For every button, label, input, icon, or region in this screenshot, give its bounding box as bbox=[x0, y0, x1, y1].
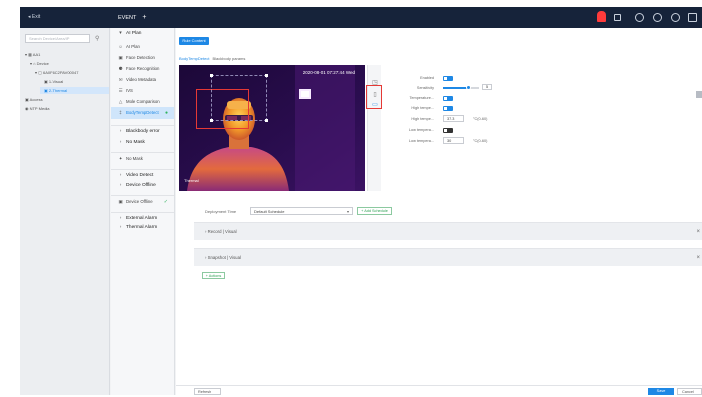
status-dot-icon: ● bbox=[164, 110, 168, 116]
no-mask-icon: ✦ bbox=[118, 156, 123, 161]
sensitivity-value[interactable]: 5 bbox=[482, 84, 492, 90]
low-temp-unit: °C(0-60) bbox=[473, 139, 488, 143]
rule-group-thermal-alarm[interactable]: › Thermal Alarm bbox=[111, 222, 174, 234]
region-handle[interactable] bbox=[265, 74, 268, 77]
video-timestamp: 2020-08-01 07:27:44 Wed bbox=[302, 70, 355, 75]
close-icon[interactable]: × bbox=[696, 249, 700, 267]
deployment-time-label: Deployment Time bbox=[205, 209, 237, 214]
add-schedule-button[interactable]: + Add Schedule bbox=[357, 207, 392, 215]
add-tab-button[interactable]: + bbox=[142, 14, 146, 21]
video-channel-label: Thermal bbox=[184, 178, 199, 183]
tool-highlight-box bbox=[366, 85, 382, 109]
breadcrumb: BodyTempDetect Blackbody params bbox=[179, 56, 245, 61]
region-handle[interactable] bbox=[210, 119, 213, 122]
rule-group-no-mask[interactable]: › No Mask bbox=[111, 137, 174, 149]
main-panel: Rule Content BodyTempDetect Blackbody par… bbox=[176, 28, 702, 395]
rule-item-no-mask[interactable]: ✦ No Mask bbox=[111, 152, 174, 164]
device-offline-icon: ▣ bbox=[118, 199, 123, 204]
body-temp-icon: ‡ bbox=[119, 110, 122, 115]
tab-label: EVENT bbox=[118, 15, 137, 21]
help-icon[interactable] bbox=[671, 13, 680, 22]
rule-group-device-offline[interactable]: › Device Offline bbox=[111, 180, 174, 192]
temperature-toggle[interactable] bbox=[443, 96, 453, 101]
high-temp-label: High tempe... bbox=[411, 117, 434, 121]
exit-label: Exit bbox=[31, 14, 41, 20]
tree-node-aa1[interactable]: ▾ ▦ AA1 bbox=[25, 51, 40, 58]
display-icon[interactable] bbox=[653, 13, 662, 22]
snapshot-section[interactable]: › Snapshot | Visual × bbox=[194, 248, 702, 266]
detection-region bbox=[211, 75, 267, 121]
breadcrumb-active[interactable]: BodyTempDetect bbox=[179, 56, 209, 61]
thermal-video-preview[interactable]: 2020-08-01 07:27:44 Wed Thermal bbox=[179, 65, 365, 191]
low-temp-label: Low tempera... bbox=[408, 139, 434, 143]
high-temp-toggle-label: High tempe... bbox=[411, 106, 434, 110]
add-actions-button[interactable]: + Actions bbox=[202, 272, 225, 279]
alarm-icon[interactable] bbox=[597, 11, 606, 22]
tree-node-thermal[interactable]: ▣ 2-Thermal bbox=[40, 87, 109, 94]
footer-bar: Refresh Save Cancel bbox=[176, 385, 702, 395]
tree-node-device[interactable]: ▾ ⌂ Device bbox=[30, 60, 49, 67]
sensitivity-fill bbox=[443, 87, 469, 89]
sensitivity-slider[interactable] bbox=[443, 85, 479, 90]
rule-group-ai-plan[interactable]: ▾ AI Plan bbox=[111, 28, 174, 40]
rule-item-device-offline[interactable]: ▣ Device Offline ✓ bbox=[111, 195, 174, 207]
close-icon[interactable]: × bbox=[696, 223, 700, 241]
app-window: ◂ Exit EVENT + Search Device/Area/IP ⚲ ▾ … bbox=[20, 7, 702, 395]
region-handle[interactable] bbox=[210, 74, 213, 77]
breadcrumb-item[interactable]: Blackbody params bbox=[212, 56, 245, 61]
device-tree: Search Device/Area/IP ⚲ ▾ ▦ AA1 ▾ ⌂ Devi… bbox=[20, 28, 110, 395]
low-temp-toggle-label: Low tempera... bbox=[408, 128, 434, 132]
chevron-down-icon: ▾ bbox=[119, 31, 122, 36]
enabled-label: Enabled bbox=[420, 76, 434, 80]
chevron-right-icon: › bbox=[119, 140, 122, 145]
event-rule-list: ▾ AI Plan ☺ AI Plan ▣ Face Detection ⚈ Face … bbox=[111, 28, 175, 395]
record-section-label: Record | Visual bbox=[207, 229, 237, 234]
rule-content-button[interactable]: Rule Content bbox=[179, 37, 209, 45]
chevron-right-icon: › bbox=[119, 225, 122, 230]
filter-icon[interactable]: ⚲ bbox=[95, 35, 99, 42]
record-section[interactable]: › Record | Visual × bbox=[194, 222, 702, 240]
low-temp-input[interactable]: 30 bbox=[443, 137, 464, 144]
schedule-select-value: Default Schedule bbox=[254, 209, 285, 214]
side-handle[interactable] bbox=[696, 91, 702, 98]
tree-node-ntp-media[interactable]: ◉ NTP Media bbox=[25, 105, 50, 112]
tree-node-access[interactable]: ▣ Access bbox=[25, 96, 43, 103]
refresh-button[interactable]: Refresh bbox=[194, 388, 221, 395]
chevron-right-icon: › bbox=[119, 183, 122, 188]
user-icon[interactable] bbox=[688, 13, 697, 22]
tree-node-visual[interactable]: ▣ 1-Visual bbox=[44, 78, 63, 85]
high-temp-input[interactable]: 37.3 bbox=[443, 115, 464, 122]
rule-item-body-temp-detect[interactable]: ‡ BodyTempDetect ● bbox=[111, 107, 174, 119]
save-button[interactable]: Save bbox=[648, 388, 674, 395]
temperature-label: Temperature... bbox=[409, 96, 434, 100]
high-temp-toggle[interactable] bbox=[443, 106, 453, 111]
record-icon[interactable] bbox=[614, 14, 621, 21]
snapshot-section-label: Snapshot | Visual bbox=[207, 255, 241, 260]
settings-icon[interactable] bbox=[635, 13, 644, 22]
sensitivity-label: Sensitivity bbox=[416, 86, 434, 90]
low-temp-toggle[interactable] bbox=[443, 128, 453, 133]
exit-button[interactable]: ◂ Exit bbox=[28, 14, 40, 20]
schedule-select[interactable]: Default Schedule ▾ bbox=[250, 207, 353, 215]
cancel-button[interactable]: Cancel bbox=[677, 388, 702, 395]
high-temp-unit: °C(0-60) bbox=[473, 117, 488, 121]
region-handle[interactable] bbox=[265, 119, 268, 122]
rule-group-blackbody-error[interactable]: › Blackbody error bbox=[111, 125, 174, 137]
sensitivity-knob[interactable] bbox=[465, 85, 471, 90]
drawing-toolbar: ◳ ▯ ▭ bbox=[367, 65, 381, 191]
chevron-down-icon: ▾ bbox=[346, 209, 349, 214]
search-input[interactable]: Search Device/Area/IP bbox=[25, 34, 90, 43]
tree-node-camera[interactable]: ▾ ▢ 6A0F6C2PAV00047 bbox=[35, 69, 78, 76]
tab-event[interactable]: EVENT + bbox=[114, 11, 174, 25]
enabled-toggle[interactable] bbox=[443, 76, 453, 81]
check-icon: ✓ bbox=[163, 199, 168, 205]
top-bar: ◂ Exit EVENT + bbox=[20, 7, 702, 28]
